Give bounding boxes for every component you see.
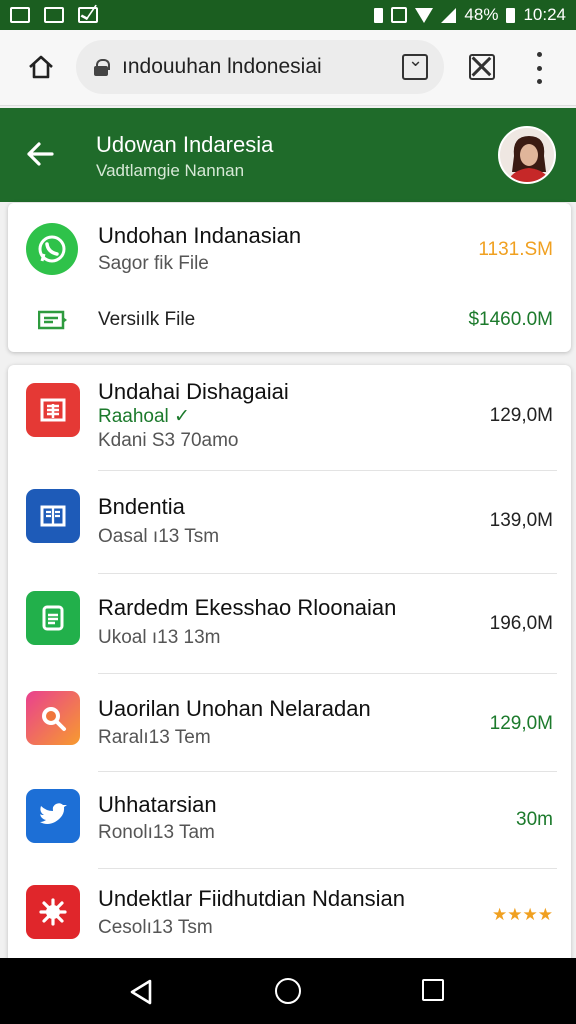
bird-icon xyxy=(26,789,80,843)
nfc-icon xyxy=(391,7,408,23)
battery-icon xyxy=(506,7,516,23)
divider xyxy=(98,868,557,869)
list-item-tag: Raahoal ✓ xyxy=(98,406,190,427)
clock: 10:24 xyxy=(523,5,566,24)
list-item-subtitle: Ronolı13 Tam xyxy=(98,822,215,843)
image-notification-icon xyxy=(10,7,30,23)
note-icon xyxy=(26,591,80,645)
version-file-size: $1460.0M xyxy=(468,309,553,330)
list-item-size: 30m xyxy=(516,809,553,830)
list-item-title: Bndentia xyxy=(98,494,185,519)
user-avatar-icon xyxy=(500,128,554,182)
nav-recents-icon[interactable] xyxy=(422,979,444,1001)
search-icon xyxy=(26,691,80,745)
divider xyxy=(98,470,557,471)
page-subtitle: Vadtlamgie Nannan xyxy=(96,161,245,180)
file-size: 1131.SM xyxy=(478,239,553,260)
list-item-size: 139,0M xyxy=(489,510,553,531)
overflow-menu-button[interactable] xyxy=(534,52,544,84)
signal-icon xyxy=(441,7,457,23)
list-item-subtitle: Raralı13 Tem xyxy=(98,727,211,748)
file-summary-card: Undohan Indanasian Sagor fik File 1131.S… xyxy=(8,203,571,352)
file-list-card: Undahai Dishagaiai Raahoal ✓ Kdani S3 70… xyxy=(8,365,571,965)
lock-icon xyxy=(94,59,110,76)
list-item-size: 129,0M xyxy=(489,713,553,734)
back-arrow-icon[interactable] xyxy=(22,136,58,172)
download-button[interactable] xyxy=(402,50,428,80)
home-icon xyxy=(29,55,53,79)
version-file-icon xyxy=(38,310,67,330)
list-item-title: Rardedm Ekesshao Rloonaian xyxy=(98,595,397,620)
card-title: Undohan Indanasian xyxy=(98,223,302,248)
system-nav-bar xyxy=(0,958,576,1024)
page-title: Udowan Indaresia xyxy=(96,132,274,157)
list-item-title: Undektlar Fiidhutdian Ndansian xyxy=(98,886,405,911)
nav-back-icon[interactable] xyxy=(128,978,154,1006)
list-item-subtitle: Kdani S3 70amo xyxy=(98,430,239,451)
home-button[interactable] xyxy=(26,52,56,82)
list-item-size: 196,0M xyxy=(489,613,553,634)
list-item-title: Undahai Dishagaiai xyxy=(98,379,289,404)
divider xyxy=(98,771,557,772)
browser-toolbar: ındouuhan lndonesiai xyxy=(0,30,576,106)
gear-icon xyxy=(26,885,80,939)
app-header: Udowan Indaresia Vadtlamgie Nannan xyxy=(0,108,576,202)
rating-stars: ★★★★ xyxy=(492,905,553,924)
list-item-title: Uaorilan Unohan Nelaradan xyxy=(98,696,371,721)
list-item-size: 129,0M xyxy=(489,405,553,426)
document-icon xyxy=(26,489,80,543)
vibrate-icon xyxy=(374,7,384,23)
mail-notification-icon xyxy=(78,7,98,23)
avatar[interactable] xyxy=(498,126,556,184)
list-item-subtitle: Ukoal ı13 13m xyxy=(98,627,221,648)
photo-notification-icon xyxy=(44,7,64,23)
divider xyxy=(98,573,557,574)
wifi-icon xyxy=(415,7,434,23)
status-bar: 48% 10:24 xyxy=(0,0,576,30)
version-file-label: Versiılk File xyxy=(98,309,196,330)
url-text: ındouuhan lndonesiai xyxy=(122,55,322,78)
nav-home-icon[interactable] xyxy=(275,978,301,1004)
tabs-button[interactable] xyxy=(469,54,495,80)
battery-percent: 48% xyxy=(464,5,499,24)
whatsapp-icon xyxy=(26,223,78,275)
card-subtitle: Sagor fik File xyxy=(98,253,209,274)
list-item-subtitle: Cesolı13 Tsm xyxy=(98,917,213,938)
document-icon xyxy=(26,383,80,437)
divider xyxy=(98,673,557,674)
list-item-subtitle: Oasal ı13 Tsm xyxy=(98,526,220,547)
address-bar[interactable]: ındouuhan lndonesiai xyxy=(76,40,444,94)
list-item-title: Uhhatarsian xyxy=(98,792,217,817)
